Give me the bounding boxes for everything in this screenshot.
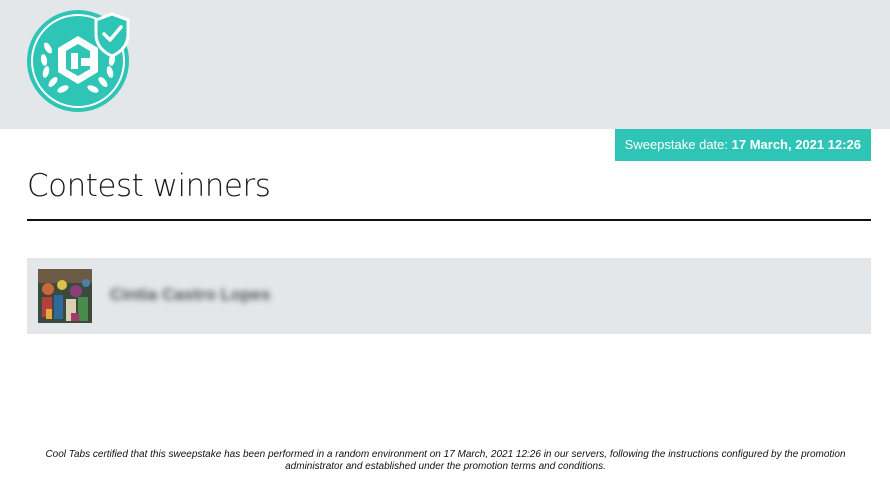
winner-list-item: Cintia Castro Lopes: [27, 258, 871, 334]
title-divider: [27, 219, 871, 221]
winner-name: Cintia Castro Lopes: [110, 285, 271, 304]
sweepstake-date-label: Sweepstake date:: [624, 137, 732, 152]
certification-note: Cool Tabs certified that this sweepstake…: [45, 449, 846, 472]
page-title: Contest winners: [27, 168, 271, 204]
page-header: [0, 0, 890, 129]
winner-avatar: [38, 269, 92, 323]
certified-badge-logo-icon: [26, 8, 136, 118]
sweepstake-date-badge: Sweepstake date: 17 March, 2021 12:26: [614, 129, 871, 161]
sweepstake-date-value: 17 March, 2021 12:26: [731, 137, 861, 152]
